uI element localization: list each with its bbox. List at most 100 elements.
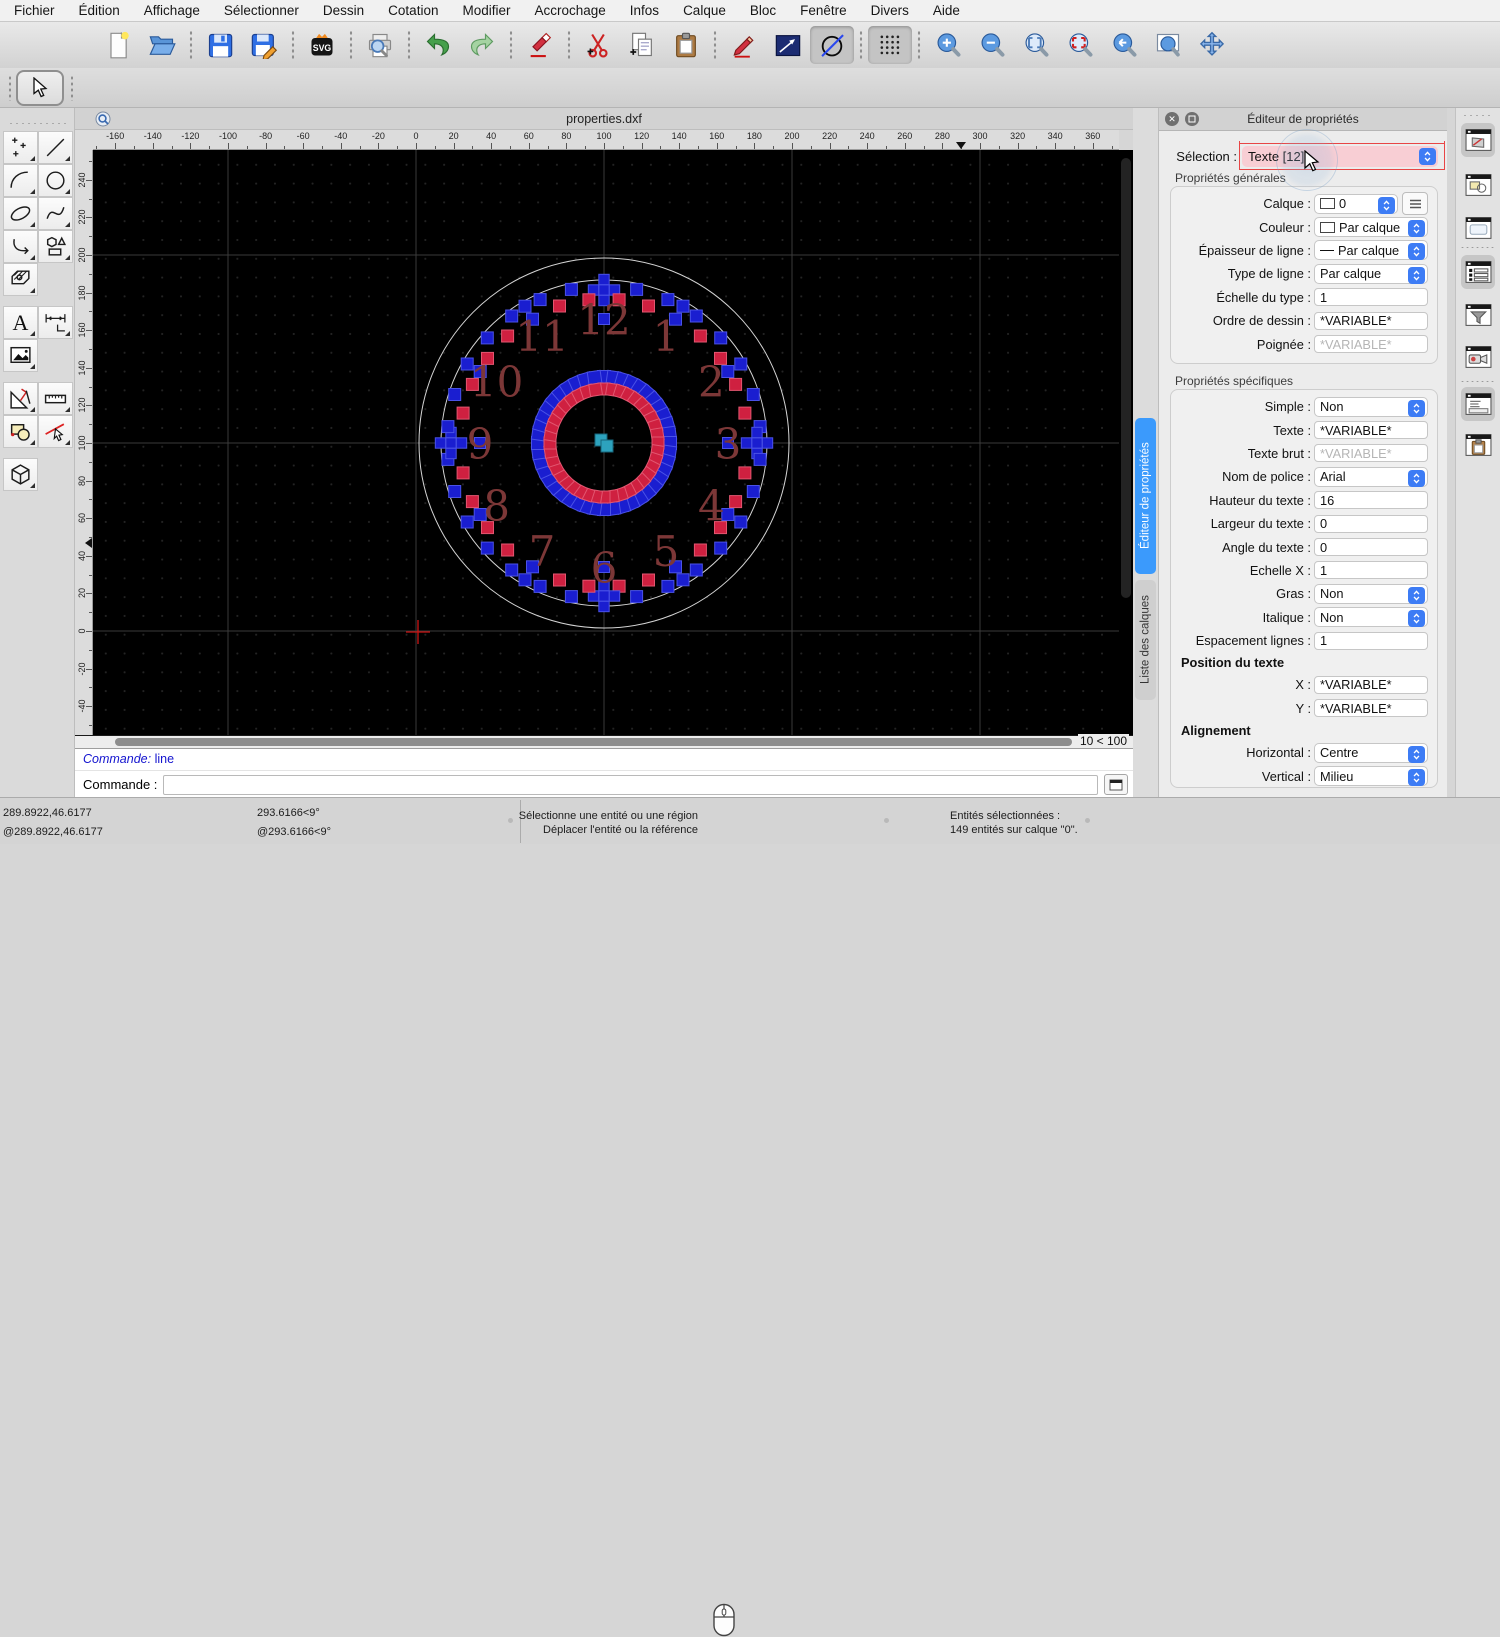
menu-infos[interactable]: Infos: [630, 3, 659, 18]
menu-sélectionner[interactable]: Sélectionner: [224, 3, 299, 18]
combo-stepper-icon[interactable]: [1408, 587, 1425, 604]
general-combo[interactable]: Par calque: [1314, 240, 1428, 260]
combo-stepper-icon[interactable]: [1408, 220, 1425, 237]
tool-hatch-button[interactable]: [3, 263, 38, 296]
block-list-window-button[interactable]: [1461, 168, 1495, 202]
zoom-previous-button[interactable]: [1102, 26, 1146, 64]
specific-input[interactable]: *VARIABLE*: [1314, 676, 1428, 694]
filter-window-button[interactable]: [1461, 298, 1495, 332]
tool-line-button[interactable]: [38, 131, 73, 164]
draw-pencil-button[interactable]: [722, 26, 766, 64]
tool-text-button[interactable]: A: [3, 306, 38, 339]
selection-combo[interactable]: Texte [12]: [1242, 146, 1438, 167]
specific-input[interactable]: *VARIABLE*: [1314, 421, 1428, 439]
menu-fenêtre[interactable]: Fenêtre: [800, 3, 847, 18]
menu-dessin[interactable]: Dessin: [323, 3, 364, 18]
menu-accrochage[interactable]: Accrochage: [534, 3, 605, 18]
combo-stepper-icon[interactable]: [1408, 769, 1425, 786]
tool-box3d-button[interactable]: [3, 458, 38, 491]
layer-menu-icon[interactable]: [1402, 192, 1428, 215]
combo-stepper-icon[interactable]: [1408, 243, 1425, 260]
combo-stepper-icon[interactable]: [1408, 267, 1425, 284]
property-editor-window-button[interactable]: [1461, 123, 1495, 157]
float-window-icon[interactable]: [1185, 112, 1199, 126]
tool-circle-button[interactable]: [38, 164, 73, 197]
print-preview-button[interactable]: [358, 26, 402, 64]
new-file-button[interactable]: [96, 26, 140, 64]
tool-spline-button[interactable]: [38, 197, 73, 230]
menu-affichage[interactable]: Affichage: [144, 3, 200, 18]
specific-input[interactable]: *VARIABLE*: [1314, 444, 1428, 462]
zoom-window-button[interactable]: [1146, 26, 1190, 64]
menu-aide[interactable]: Aide: [933, 3, 960, 18]
specific-input[interactable]: 0: [1314, 538, 1428, 556]
general-input[interactable]: *VARIABLE*: [1314, 312, 1428, 330]
tool-arc-button[interactable]: [3, 164, 38, 197]
zoom-out-button[interactable]: [970, 26, 1014, 64]
command-history-window-button[interactable]: [1461, 387, 1495, 421]
specific-input[interactable]: 1: [1314, 561, 1428, 579]
tool-shapes-button[interactable]: [38, 230, 73, 263]
undo-button[interactable]: [416, 26, 460, 64]
grid-toggle-button[interactable]: [868, 26, 912, 64]
eraser-button[interactable]: [518, 26, 562, 64]
combo-stepper-icon[interactable]: [1408, 746, 1425, 763]
menu-bloc[interactable]: Bloc: [750, 3, 776, 18]
selection-tool-button[interactable]: [16, 70, 64, 106]
cut-button[interactable]: [576, 26, 620, 64]
canvas-horizontal-scrollbar[interactable]: 10 < 100: [75, 735, 1133, 748]
document-tab-title[interactable]: properties.dxf: [566, 112, 642, 126]
open-file-button[interactable]: [140, 26, 184, 64]
tab-property-editor[interactable]: Éditeur de propriétés: [1135, 418, 1156, 574]
paste-button[interactable]: [664, 26, 708, 64]
tool-measure-button[interactable]: [3, 382, 38, 415]
specific-combo[interactable]: Non: [1314, 584, 1428, 604]
tab-layer-list[interactable]: Liste des calques: [1135, 580, 1156, 700]
zoom-in-button[interactable]: [926, 26, 970, 64]
general-input[interactable]: 1: [1314, 288, 1428, 306]
list-view-window-button[interactable]: [1461, 255, 1495, 289]
tool-polyline-button[interactable]: [3, 230, 38, 263]
tool-ellipse-button[interactable]: [3, 197, 38, 230]
combo-stepper-icon[interactable]: [1408, 610, 1425, 627]
menu-modifier[interactable]: Modifier: [462, 3, 510, 18]
menu-fichier[interactable]: Fichier: [14, 3, 55, 18]
menu-cotation[interactable]: Cotation: [388, 3, 438, 18]
pan-button[interactable]: [1190, 26, 1234, 64]
specific-input[interactable]: 1: [1314, 632, 1428, 650]
tool-ruler-button[interactable]: [38, 382, 73, 415]
close-icon[interactable]: ✕: [1165, 112, 1179, 126]
combo-stepper-icon[interactable]: [1419, 148, 1436, 165]
combo-stepper-icon[interactable]: [1408, 470, 1425, 487]
drawing-canvas[interactable]: 123456789101112: [93, 150, 1119, 735]
general-combo[interactable]: Par calque: [1314, 217, 1428, 237]
circle-line-button[interactable]: [810, 26, 854, 64]
line-arrow-button[interactable]: [766, 26, 810, 64]
scrollbar-thumb[interactable]: [115, 738, 1072, 746]
command-panel-button[interactable]: [1104, 774, 1128, 795]
specific-input[interactable]: 0: [1314, 515, 1428, 533]
clipboard-window-button[interactable]: [1461, 428, 1495, 462]
tool-modify-button[interactable]: [38, 415, 73, 448]
tool-points-button[interactable]: [3, 131, 38, 164]
view-window-button[interactable]: [1461, 340, 1495, 374]
zoom-auto-button[interactable]: [1014, 26, 1058, 64]
specific-input[interactable]: *VARIABLE*: [1314, 699, 1428, 717]
specific-combo[interactable]: Centre: [1314, 743, 1428, 763]
tool-block-button[interactable]: [3, 415, 38, 448]
specific-combo[interactable]: Milieu: [1314, 766, 1428, 786]
svg-export-button[interactable]: SVG: [300, 26, 344, 64]
general-combo[interactable]: Par calque: [1314, 264, 1428, 284]
combo-stepper-icon[interactable]: [1378, 197, 1395, 214]
menu-calque[interactable]: Calque: [683, 3, 726, 18]
specific-combo[interactable]: Arial: [1314, 467, 1428, 487]
specific-combo[interactable]: Non: [1314, 607, 1428, 627]
command-input[interactable]: [163, 775, 1098, 795]
scrollbar-thumb[interactable]: [1121, 158, 1131, 598]
save-as-button[interactable]: [242, 26, 286, 64]
zoom-selection-button[interactable]: [1058, 26, 1102, 64]
general-combo[interactable]: 0: [1314, 194, 1398, 214]
specific-input[interactable]: 16: [1314, 491, 1428, 509]
redo-button[interactable]: [460, 26, 504, 64]
specific-combo[interactable]: Non: [1314, 397, 1428, 417]
